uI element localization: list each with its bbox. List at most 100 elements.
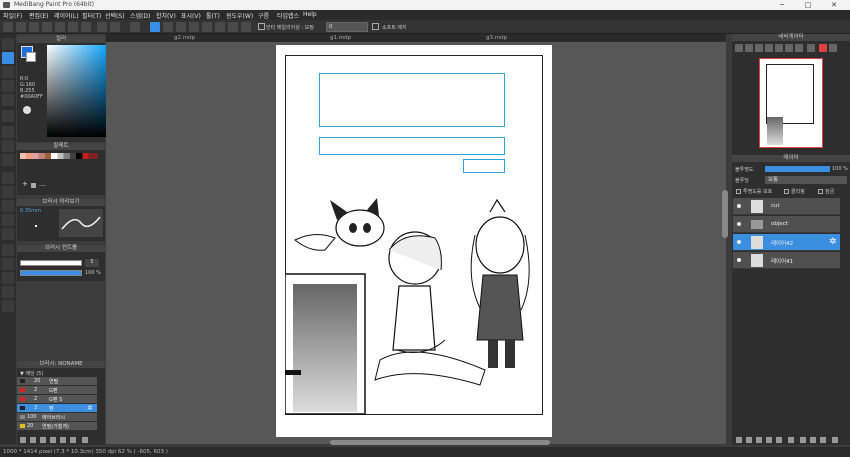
menu-filter[interactable]: 필터(T) [82,11,101,20]
snap-parallel-icon[interactable] [163,22,173,32]
snap-off-icon[interactable] [150,22,160,32]
brush-download-icon[interactable] [60,437,66,443]
snap-circle-icon[interactable] [215,22,225,32]
settings-icon[interactable] [130,22,140,32]
minimize-button[interactable]: ─ [770,0,794,10]
visibility-eye-icon[interactable] [737,258,741,262]
undo-icon[interactable] [97,22,107,32]
gradient-tool-icon[interactable] [2,154,14,166]
rotate-right-icon[interactable] [785,44,793,52]
layer-item-selected[interactable]: 레이어42 ✲ [733,234,840,251]
menu-snap[interactable]: 스냅(D) [130,11,150,20]
layer-property-icon[interactable] [820,437,826,443]
clipping-checkbox[interactable] [784,189,789,194]
rotate-left-icon[interactable] [775,44,783,52]
open-file-icon[interactable] [16,22,26,32]
brush-opacity-slider[interactable] [20,270,82,276]
select-check-icon[interactable] [2,94,14,106]
zoom-out-icon[interactable] [745,44,753,52]
palette-delete-icon[interactable] [31,183,36,188]
correction-select[interactable]: 0 [326,22,368,32]
add-8bit-layer-icon[interactable] [756,437,762,443]
brush-cloud-icon[interactable] [50,437,56,443]
select-eraser-icon[interactable] [2,228,14,240]
duplicate-layer-icon[interactable] [800,437,806,443]
visibility-eye-icon[interactable] [737,222,741,226]
brush-delete-icon[interactable] [82,437,88,443]
menu-layer[interactable]: 레이어(L) [54,11,79,20]
eyedropper-tool-icon[interactable] [2,286,14,298]
canvas-horizontal-scrollbar[interactable] [330,440,550,445]
layer-opacity-slider[interactable] [765,166,830,172]
add-layer-icon[interactable] [736,437,742,443]
tab-g2[interactable]: g2.mdp [174,34,195,42]
cloud-icon[interactable] [29,22,39,32]
menu-help[interactable]: Help [303,11,317,18]
pen-tool-icon[interactable] [2,52,14,64]
fill-rect-icon[interactable] [2,126,14,138]
brush-settings-gear-icon[interactable]: ✲ [87,404,93,412]
menu-edit[interactable]: 편집(E) [29,11,49,20]
layer-item[interactable]: cut [733,198,840,215]
tab-g3[interactable]: g3.mdp [486,34,507,42]
save-as-icon[interactable] [55,22,65,32]
divide-tool-icon[interactable] [2,272,14,284]
brush-size-value[interactable]: 5 [85,259,99,267]
brush-add-icon[interactable] [30,437,36,443]
share-icon[interactable] [81,22,91,32]
brush-tool-icon[interactable] [2,38,14,50]
export-icon[interactable] [68,22,78,32]
menu-timelapse[interactable]: 타임랩스 [277,11,299,20]
canvas-vertical-scrollbar[interactable] [722,190,728,238]
menu-tool[interactable]: 툴(T) [206,11,220,20]
hand-tool-icon[interactable] [2,300,14,312]
brush-upload-icon[interactable] [20,437,26,443]
color-wheel-icon[interactable] [23,106,31,114]
operation-tool-icon[interactable] [2,258,14,270]
fit-icon[interactable] [755,44,763,52]
eraser-tool-icon[interactable] [2,66,14,78]
new-file-icon[interactable] [3,22,13,32]
snap-setting-icon[interactable] [241,22,251,32]
brush-folder-icon[interactable] [70,437,76,443]
lock-checkbox[interactable] [818,189,823,194]
navigator-thumbnail[interactable] [759,58,823,148]
layer-settings-gear-icon[interactable]: ✲ [829,237,837,247]
dot-tool-icon[interactable] [2,80,14,92]
close-button[interactable]: ✕ [822,0,846,10]
reset-rotation-icon[interactable] [795,44,803,52]
text-tool-icon[interactable] [2,244,14,256]
redo-icon[interactable] [110,22,120,32]
brush-size-slider[interactable] [20,260,82,266]
menu-file[interactable]: 파일(F) [3,11,22,20]
layer-folder[interactable]: object [733,216,840,233]
brush-row[interactable]: 2 G펜 S [17,395,97,403]
softedge-checkbox[interactable] [372,23,379,30]
nav-menu-icon[interactable] [829,44,837,52]
select-pen-icon[interactable] [2,214,14,226]
menu-window[interactable]: 윈도우(W) [226,11,253,20]
brush-row[interactable]: 20 연필 [17,377,97,385]
save-icon[interactable] [42,22,52,32]
flip-icon[interactable] [807,44,815,52]
add-1bit-layer-icon[interactable] [766,437,772,443]
secondary-color-swatch[interactable] [26,52,36,62]
visibility-eye-icon[interactable] [737,204,741,208]
tab-g1[interactable]: g1.mdp [330,34,351,42]
move-tool-icon[interactable] [2,110,14,122]
add-halftone-layer-icon[interactable] [746,437,752,443]
brush-copy-icon[interactable] [40,437,46,443]
brush-row[interactable]: 2 G펜 [17,386,97,394]
bucket-tool-icon[interactable] [2,140,14,152]
delete-layer-icon[interactable] [832,437,838,443]
blend-mode-select[interactable]: 보통 [765,176,847,184]
zoom-in-icon[interactable] [735,44,743,52]
magic-wand-icon[interactable] [2,200,14,212]
menu-view[interactable]: 표시(V) [181,11,201,20]
select-rect-icon[interactable] [2,172,14,184]
snap-radial-icon[interactable] [202,22,212,32]
brush-row[interactable]: 20 연필(거칠게) [17,422,97,430]
snap-cross-icon[interactable] [176,22,186,32]
actual-size-icon[interactable] [765,44,773,52]
add-image-icon[interactable] [776,437,782,443]
